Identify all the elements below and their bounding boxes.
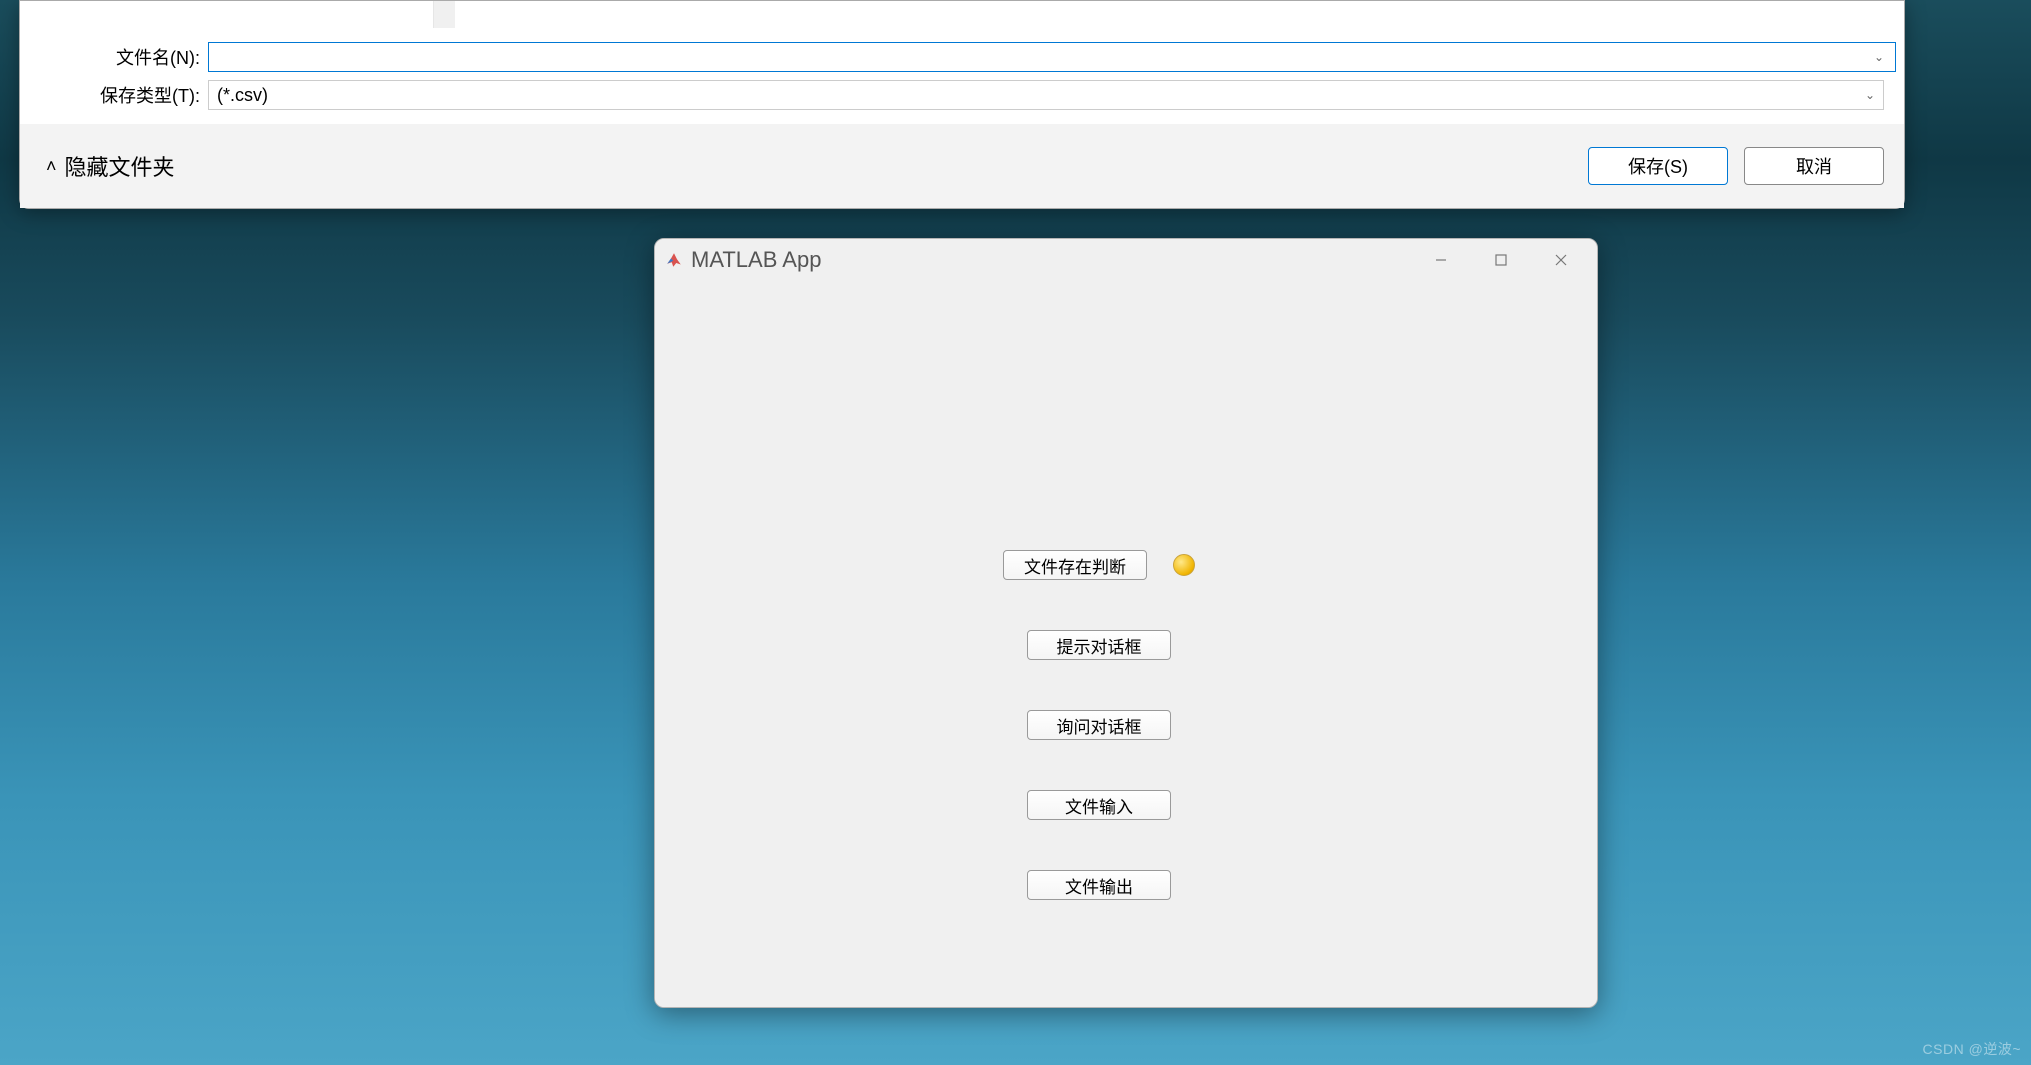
filename-row: 文件名(N): ⌄ [20,42,1884,72]
dialog-button-row: 保存(S) 取消 [1588,147,1884,185]
hide-folders-label: 隐藏文件夹 [65,150,175,182]
maximize-button[interactable] [1471,239,1531,281]
window-controls [1411,239,1591,281]
chevron-down-icon: ⌄ [1865,88,1875,102]
file-input-button[interactable]: 文件输入 [1027,790,1171,820]
cancel-button[interactable]: 取消 [1744,147,1884,185]
save-file-dialog: 文件名(N): ⌄ 保存类型(T): (*.csv) ⌄ ˄ 隐藏文件夹 保存(… [19,0,1905,209]
button-stack: 文件存在判断 提示对话框 询问对话框 文件输入 文件输出 [1003,550,1195,900]
title-left: MATLAB App [665,247,821,273]
filetype-combobox[interactable]: (*.csv) ⌄ [208,80,1884,110]
filename-label: 文件名(N): [20,44,208,70]
filetype-value: (*.csv) [217,85,268,106]
file-list-area [20,1,1904,28]
watermark: CSDN @逆波~ [1923,1039,2021,1059]
status-lamp [1173,554,1195,576]
minimize-button[interactable] [1411,239,1471,281]
app-body: 文件存在判断 提示对话框 询问对话框 文件输入 文件输出 [655,281,1597,1007]
close-button[interactable] [1531,239,1591,281]
filetype-row: 保存类型(T): (*.csv) ⌄ [20,80,1884,110]
hide-folders-toggle[interactable]: ˄ 隐藏文件夹 [46,150,175,182]
caret-up-icon: ˄ [46,156,57,177]
file-list-scrollbar[interactable] [433,1,455,28]
file-output-button[interactable]: 文件输出 [1027,870,1171,900]
save-fields: 文件名(N): ⌄ 保存类型(T): (*.csv) ⌄ [20,28,1904,124]
window-title: MATLAB App [691,247,821,273]
ask-dialog-button[interactable]: 询问对话框 [1027,710,1171,740]
matlab-app-window: MATLAB App 文件存在判断 提示对话框 询问对话框 文件输入 文件输出 [654,238,1598,1008]
titlebar: MATLAB App [655,239,1597,281]
filetype-label: 保存类型(T): [20,82,208,108]
filename-input[interactable] [208,42,1896,72]
save-dialog-footer: ˄ 隐藏文件夹 保存(S) 取消 [20,124,1904,208]
file-exist-row: 文件存在判断 [1003,550,1195,580]
matlab-icon [665,251,683,269]
save-button[interactable]: 保存(S) [1588,147,1728,185]
file-exist-button[interactable]: 文件存在判断 [1003,550,1147,580]
alert-dialog-button[interactable]: 提示对话框 [1027,630,1171,660]
